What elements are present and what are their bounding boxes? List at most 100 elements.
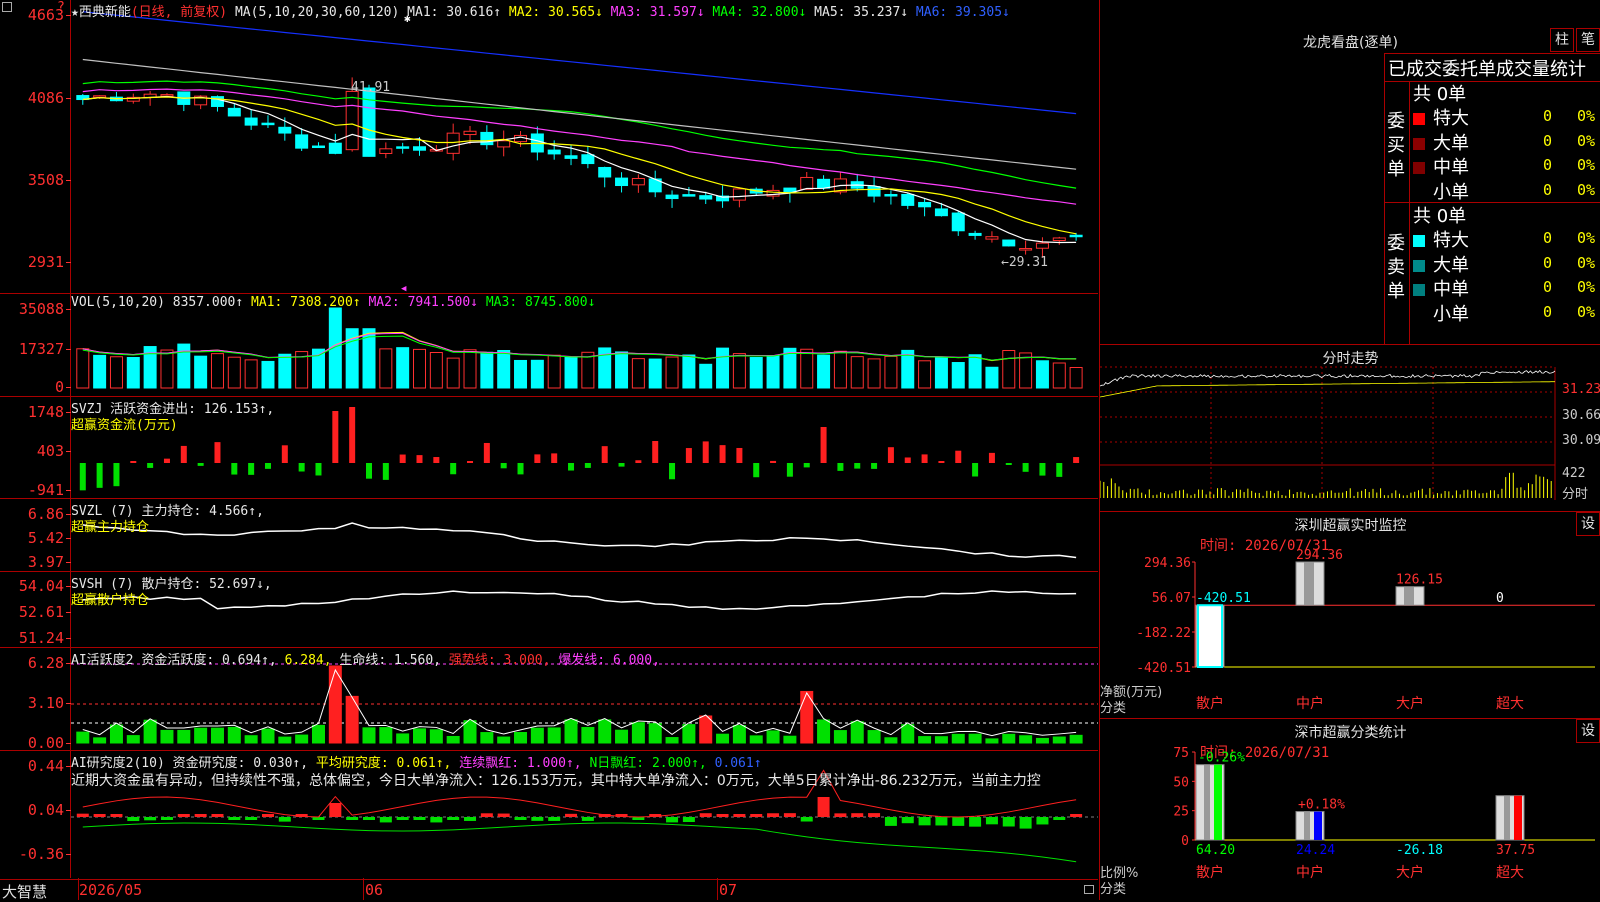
sz-class-bar-stripe [1314,811,1322,840]
candle-body [1069,234,1083,238]
flow-bar [147,463,154,468]
volume-ma1: MA1: 7308.200↑ [251,295,361,310]
activity-bar [716,733,730,744]
activity-bar [160,729,174,744]
volume-bar [564,356,578,389]
volume-bar [716,347,730,389]
flow-bar [96,463,103,488]
column-view-button[interactable]: 柱 [1550,28,1574,52]
sz-monitor-category: 大户 [1396,695,1424,712]
svzj-axis-label: -941 [27,481,72,499]
volume-bar [126,356,140,389]
svsh-panel[interactable]: 54.04 52.61 51.24 SVSH (7) 散户持仓: 52.697↓… [0,572,1098,648]
candle-body [817,178,831,189]
research-bar [177,814,190,817]
ai-research-panel[interactable]: 0.44 0.04 -0.36 AI研究度2(10) 资金研究度: 0.030↑… [0,751,1098,878]
candlestick-svg[interactable] [71,0,1098,293]
chart-area[interactable]: 4663 4086 3508 2931 ? ★西典新能(日线, 前复权) MA(… [0,0,1098,902]
intraday-svg[interactable] [1100,345,1600,511]
order-stats-header: 已成交委托单成交量统计 [1388,59,1586,80]
candle-body [227,107,241,117]
svzl-axis-label: 5.42 [27,529,72,547]
activity-bar [901,724,915,744]
volume-ma3: MA3: 8745.800↓ [485,295,596,310]
activity-bar [648,723,662,744]
sz-monitor-y-label: -182.22 [1136,626,1191,641]
ai-active-axis: 6.28 3.10 0.00 [0,648,72,752]
flow-bar [921,454,928,463]
sz-class-bar-shade [1304,811,1310,840]
high-price-mark: 41.91 [351,80,391,95]
activity-bar [951,733,965,744]
candlestick-panel[interactable]: 4663 4086 3508 2931 ? ★西典新能(日线, 前复权) MA(… [0,0,1098,294]
ai-active-panel[interactable]: 6.28 3.10 0.00 AI活跃度2 资金活跃度: 0.694↑, 6.2… [0,648,1098,752]
ai-last-value: 0.061↑ [714,756,762,771]
volume-panel[interactable]: 35088 17327 0 VOL(5,10,20) 8357.000↑ MA1… [0,294,1098,397]
flow-bar [79,463,86,491]
order-count: 0 [1543,107,1553,125]
activity-bar [1069,734,1083,744]
ai-active-axis-label: 6.28 [27,654,72,672]
panel-toggle-icon[interactable] [2,2,12,12]
research-bar [160,817,173,820]
intraday-panel[interactable]: 分时走势 31.23 30.66 30.09 422 分时 [1100,345,1600,512]
intraday-price-line [1100,369,1556,387]
research-bar [1019,817,1032,829]
period-label[interactable]: (日线, 前复权) [131,5,227,20]
ai-active-value2: 6.284, [284,653,332,668]
candle-body [278,126,292,134]
svzl-axis-label: 6.86 [27,505,72,523]
svzj-axis-label: 1748 [27,403,72,421]
sz-class-value-label: 37.75 [1496,843,1535,858]
candle-body [497,140,511,148]
order-size-label: 小单 [1433,303,1469,325]
lock-icon[interactable] [1084,885,1094,894]
activity-bar [833,730,847,744]
activity-bar [547,727,561,744]
candle-body [463,130,477,136]
svsh-axis-label: 52.61 [18,603,72,621]
ai-nday-value: N日飘红: 2.000↑, [589,756,707,771]
volume-bar [244,359,258,389]
order-stats-box: 已成交委托单成交量统计 委买单 共 0单 特大 0 0% 大单 0 0% 中单 0 0% 小单 0 0… [1384,53,1600,344]
flow-bar [584,463,591,468]
stock-name[interactable]: ★西典新能 [71,5,131,20]
research-bar [767,813,780,817]
candlestick-plot[interactable]: 41.91 ←29.31 ✱ ◀ [71,0,1098,294]
tick-view-button[interactable]: 笔 [1576,28,1600,52]
flow-bar [433,457,440,463]
flow-bar [534,454,541,463]
sz-class-y-label: 75 [1173,746,1189,761]
volume-params: VOL(5,10,20) [71,295,165,310]
brand-label[interactable]: 大智慧 [2,881,47,902]
sz-monitor-y-label: -420.51 [1136,661,1191,676]
activity-bar [143,719,157,744]
research-bar [817,797,830,817]
sz-class-chart[interactable]: 75 50 25 0 -0.26% 64.20 散户 +0.18% 24.24 中户 -26.18 大… [1100,719,1600,900]
activity-bar [76,731,90,744]
order-size-label: 特大 [1433,108,1469,129]
sz-class-panel[interactable]: 深市超赢分类统计 设 时间: 2026/07/31 75 50 25 0 -0.26% 6… [1100,719,1600,900]
svzj-panel[interactable]: 1748 403 -941 SVZJ 活跃资金进出: 126.153↑, 超赢资… [0,397,1098,499]
flow-bar [163,458,170,463]
ai-active-legend: AI活跃度2 资金活跃度: 0.694↑, 6.284, 生命线: 1.560,… [71,649,660,668]
help-icon[interactable]: ? [57,0,65,15]
sz-monitor-chart[interactable]: 294.36 56.07 -182.22 -420.51 -420.51 散户 294.36… [1100,512,1600,718]
volume-bar [429,352,443,389]
order-color-swatch [1413,187,1425,199]
candle-body [1019,248,1033,251]
order-row: 特大 0 0% [1413,226,1600,251]
candle-body [800,176,814,190]
volume-legend: VOL(5,10,20) 8357.000↑ MA1: 7308.200↑ MA… [71,295,595,310]
svzl-panel[interactable]: 6.86 5.42 3.97 SVZL (7) 主力持仓: 4.566↑, 超赢… [0,499,1098,572]
activity-bar [985,738,999,744]
order-count: 0 [1543,131,1553,150]
order-color-swatch [1413,259,1425,272]
research-bar [447,817,460,820]
sz-monitor-panel[interactable]: 深圳超赢实时监控 设 时间: 2026/07/31 294.36 56.07 -18… [1100,512,1600,719]
volume-bar [227,356,241,389]
volume-bar [985,366,999,389]
research-bar [127,817,140,822]
ma2-value: MA2: 30.565↓ [508,5,603,20]
activity-bar [699,715,713,744]
